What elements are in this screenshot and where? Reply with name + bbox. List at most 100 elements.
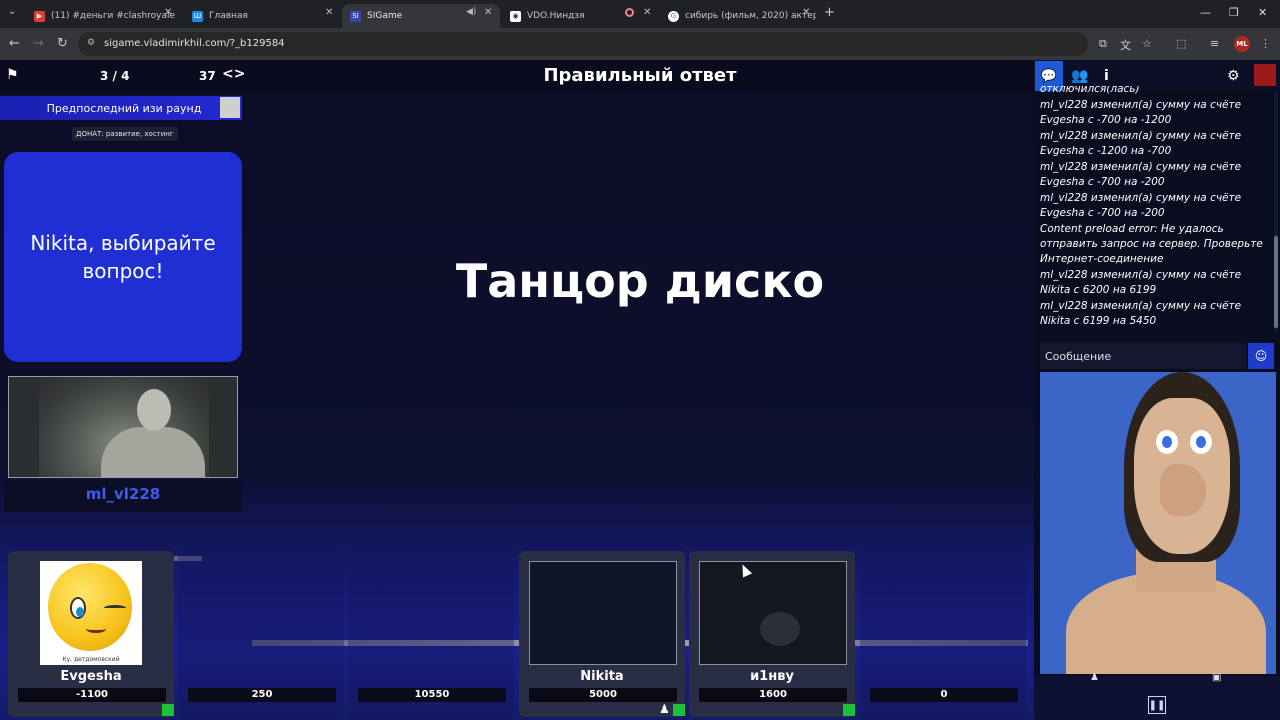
smiley-icon: ☺ bbox=[1254, 349, 1268, 363]
pause-icon: ❚❚ bbox=[1148, 699, 1166, 711]
tab-siberia[interactable]: G сибирь (фильм, 2020) актеры bbox=[660, 4, 816, 28]
player-avatar bbox=[529, 561, 677, 665]
close-tab-icon[interactable]: ✕ bbox=[164, 7, 172, 18]
round-name: Предпоследний изи раунд bbox=[46, 101, 202, 115]
player-slot-empty[interactable]: 10550 bbox=[348, 551, 514, 717]
player-name: и1нву bbox=[750, 669, 794, 684]
chat-scroll-thumb[interactable] bbox=[1274, 236, 1278, 328]
speaker-icon[interactable]: ◀) bbox=[466, 7, 476, 17]
youtube-icon: ▶ bbox=[34, 10, 45, 22]
player-slot-evgesha[interactable]: Ку, детдомовский Evgesha -1100 bbox=[8, 551, 174, 717]
url-text: sigame.vladimirkhil.com/?_b129584 bbox=[104, 38, 285, 49]
close-tab-icon[interactable]: ✕ bbox=[643, 7, 651, 18]
page-icon: Ш bbox=[192, 10, 203, 22]
user-avatar[interactable] bbox=[1254, 64, 1276, 86]
vdo-icon: ◉ bbox=[510, 10, 521, 22]
camera-icon[interactable]: ▣ bbox=[1212, 672, 1221, 683]
host-name: ml_vl228 bbox=[85, 485, 161, 503]
close-tab-icon[interactable]: ✕ bbox=[484, 7, 492, 18]
new-tab-icon[interactable]: + bbox=[824, 5, 835, 20]
profile-avatar[interactable]: ML bbox=[1234, 36, 1250, 52]
emoji-button[interactable]: ☺ bbox=[1248, 343, 1274, 369]
chat-message: ml_vl228 изменил(а) сумму на счёте Evges… bbox=[1040, 192, 1242, 219]
players-tab-icon[interactable]: 👥 bbox=[1071, 68, 1088, 84]
omnibox[interactable]: ⚙ sigame.vladimirkhil.com/?_b129584 bbox=[78, 32, 1088, 56]
round-toggle[interactable] bbox=[220, 97, 240, 118]
round-counter: 3 / 4 bbox=[100, 69, 130, 83]
host-video bbox=[8, 376, 238, 478]
bookmark-star-icon[interactable]: ☆ bbox=[1142, 37, 1152, 50]
host-head bbox=[137, 389, 171, 431]
person-icon: ♟ bbox=[659, 702, 670, 716]
tab-title: SIGame bbox=[367, 11, 403, 21]
pause-button[interactable]: ❚❚ bbox=[1148, 696, 1166, 714]
tab-title: Главная bbox=[209, 11, 248, 21]
code-arrows-icon[interactable]: <> bbox=[222, 66, 245, 82]
info-tab-icon[interactable]: i bbox=[1104, 68, 1109, 84]
tab-title: VDO.Ниндзя bbox=[527, 11, 585, 21]
host-message-card: Nikita, выбирайте вопрос! bbox=[4, 152, 242, 362]
maximize-icon[interactable]: ❐ bbox=[1229, 6, 1239, 19]
browser-tab-bar: ⌄ ▶ (11) #деньги #clashroyale #can ✕ Ш Г… bbox=[0, 0, 1280, 28]
cartoon-eye bbox=[1156, 430, 1178, 454]
host-camera-frame bbox=[39, 377, 209, 477]
donate-link[interactable]: ДОНАТ: развитие, хостинг bbox=[72, 127, 178, 141]
chat-message: ml_vl228 изменил(а) сумму на счёте Evges… bbox=[1040, 99, 1242, 126]
person-icon[interactable]: ♟ bbox=[1090, 672, 1099, 683]
media-icon[interactable]: ≡ bbox=[1210, 37, 1219, 50]
player-score: 0 bbox=[870, 688, 1018, 702]
ready-status-badge bbox=[843, 704, 855, 716]
avatar-caption: Ку, детдомовский bbox=[62, 656, 120, 663]
player-avatar bbox=[699, 561, 847, 665]
player-name: Nikita bbox=[580, 669, 624, 684]
emoji-wink bbox=[104, 605, 126, 611]
settings-gear-icon[interactable]: ⚙ bbox=[1227, 68, 1240, 84]
player-slot-nikita[interactable]: Nikita 5000 ♟ bbox=[519, 551, 685, 717]
stream-video bbox=[1040, 372, 1276, 674]
extensions-icon[interactable]: ⬚ bbox=[1176, 37, 1186, 50]
page-title: Правильный ответ bbox=[543, 65, 737, 86]
player-score: 10550 bbox=[358, 688, 506, 702]
tab-search-icon[interactable]: ⌄ bbox=[8, 6, 16, 17]
translate-icon[interactable]: 文 bbox=[1120, 37, 1131, 53]
chat-message: ml_vl228 изменил(а) сумму на счёте Nikit… bbox=[1040, 300, 1242, 326]
player-slot-empty[interactable]: 250 bbox=[178, 551, 344, 717]
cartoon-eye bbox=[1190, 430, 1212, 454]
sigame-logo-icon[interactable]: ⚑ bbox=[6, 67, 24, 85]
player-avatar: Ку, детдомовский bbox=[40, 561, 142, 665]
emoji-mouth bbox=[86, 625, 106, 633]
message-input[interactable] bbox=[1040, 343, 1246, 369]
player-slot-empty[interactable]: 0 bbox=[860, 551, 1026, 717]
reload-icon[interactable]: ↻ bbox=[57, 36, 68, 51]
close-tab-icon[interactable]: ✕ bbox=[325, 7, 333, 18]
player-slot-i1nvu[interactable]: и1нву 1600 bbox=[689, 551, 855, 717]
ready-status-badge bbox=[673, 704, 685, 716]
tab-title: сибирь (фильм, 2020) актеры bbox=[685, 11, 816, 21]
chat-message: ml_vl228 изменил(а) сумму на счёте Evges… bbox=[1040, 130, 1242, 157]
host-message: Nikita, выбирайте вопрос! bbox=[30, 231, 216, 283]
host-body bbox=[101, 427, 205, 477]
timer: 37 bbox=[199, 69, 216, 83]
window-close-icon[interactable]: ✕ bbox=[1258, 6, 1267, 19]
forward-icon[interactable]: → bbox=[33, 36, 44, 51]
back-icon[interactable]: ← bbox=[9, 36, 20, 51]
google-icon: G bbox=[668, 10, 679, 22]
chat-message: ml_vl228 изменил(а) сумму на счёте Nikit… bbox=[1040, 269, 1242, 296]
site-settings-icon[interactable]: ⚙ bbox=[87, 38, 98, 49]
sigame-icon: SI bbox=[350, 10, 361, 22]
close-tab-icon[interactable]: ✕ bbox=[802, 7, 810, 18]
tab-main[interactable]: Ш Главная bbox=[184, 4, 340, 28]
minimize-icon[interactable]: — bbox=[1200, 6, 1211, 19]
webcam-silhouette bbox=[760, 612, 800, 646]
menu-icon[interactable]: ⋮ bbox=[1260, 37, 1271, 50]
player-score: 1600 bbox=[699, 688, 847, 702]
chat-log: отключился(лась) ml_vl228 изменил(а) сум… bbox=[1040, 86, 1272, 326]
winking-emoji-icon bbox=[48, 563, 132, 651]
emoji-eye bbox=[70, 597, 86, 619]
tab-vdo[interactable]: ◉ VDO.Ниндзя bbox=[502, 4, 658, 28]
tab-youtube[interactable]: ▶ (11) #деньги #clashroyale #can bbox=[26, 4, 178, 28]
cast-icon[interactable]: ⧉ bbox=[1099, 37, 1107, 51]
player-name: Evgesha bbox=[60, 669, 122, 684]
recording-icon bbox=[625, 8, 634, 17]
chat-message: Content preload error: Не удалось отправ… bbox=[1040, 223, 1263, 265]
